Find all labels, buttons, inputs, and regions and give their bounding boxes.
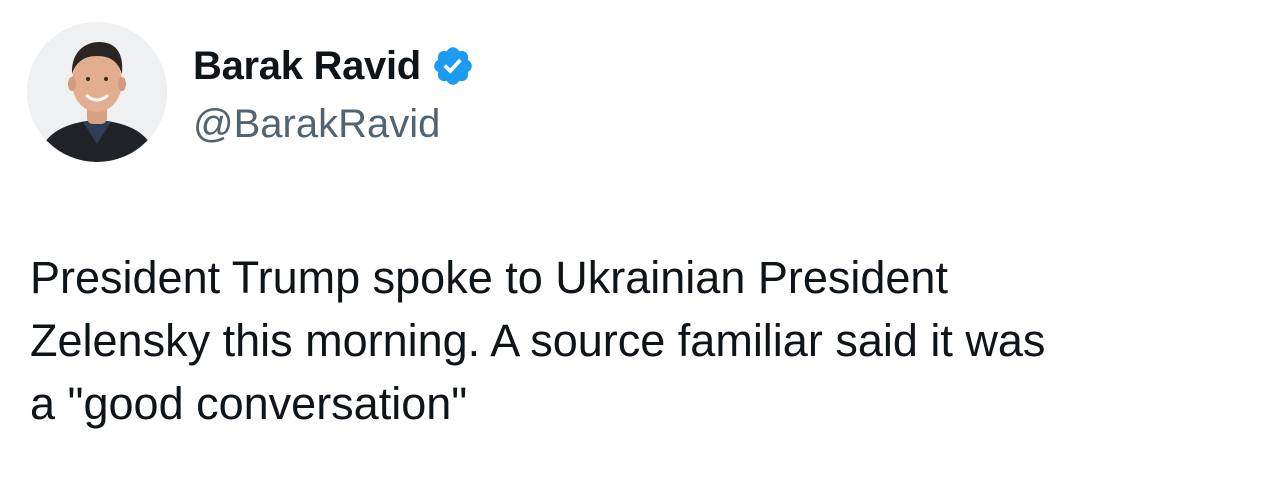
profile-photo-icon bbox=[27, 22, 167, 162]
author-avatar[interactable] bbox=[27, 22, 167, 162]
verified-check-icon bbox=[431, 44, 475, 88]
tweet-card: Barak Ravid @BarakRavid President Trump … bbox=[0, 0, 1280, 483]
author-name-row: Barak Ravid bbox=[193, 40, 475, 92]
tweet-text: President Trump spoke to Ukrainian Presi… bbox=[30, 246, 1260, 435]
author-handle[interactable]: @BarakRavid bbox=[193, 98, 440, 150]
author-display-name[interactable]: Barak Ravid bbox=[193, 40, 421, 92]
tweet-text-line: President Trump spoke to Ukrainian Presi… bbox=[30, 252, 948, 303]
tweet-text-line: a "good conversation" bbox=[30, 378, 468, 429]
tweet-text-line: Zelensky this morning. A source familiar… bbox=[30, 315, 1046, 366]
